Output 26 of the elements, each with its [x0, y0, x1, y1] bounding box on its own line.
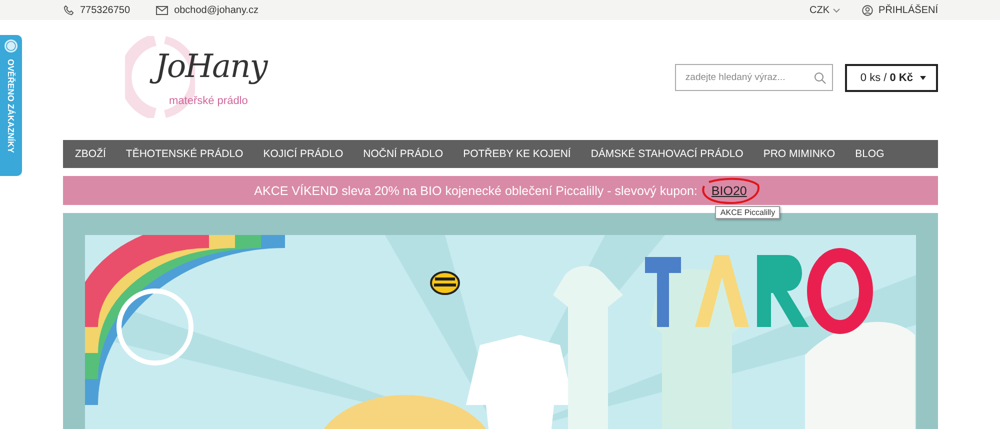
phone-number: 775326750 [80, 4, 130, 16]
nav-item[interactable]: POTŘEBY KE KOJENÍ [463, 148, 571, 160]
nav-item[interactable]: TĚHOTENSKÉ PRÁDLO [126, 148, 244, 160]
seal-icon [4, 39, 18, 53]
promo-text: AKCE VÍKEND sleva 20% na BIO kojenecké oblečení Piccalilly - slevový kupon: [254, 184, 698, 198]
nav-item[interactable]: KOJICÍ PRÁDLO [263, 148, 344, 160]
email-link[interactable]: obchod@johany.cz [174, 4, 259, 16]
nav-item[interactable]: DÁMSKÉ STAHOVACÍ PRÁDLO [590, 148, 744, 160]
caret-icon [920, 76, 926, 80]
nav-item[interactable]: PRO MIMINKO [763, 148, 836, 160]
cart-button[interactable]: 0 ks / 0 Kč [845, 64, 938, 92]
search-field[interactable]: zadejte hledaný výraz... [675, 64, 834, 91]
nav-item[interactable]: NOČNÍ PRÁDLO [363, 148, 444, 160]
chevron-icon [832, 8, 840, 12]
coupon-link[interactable]: BIO20 [711, 184, 747, 198]
currency-selector[interactable]: CZK [810, 4, 840, 16]
phone-icon [63, 4, 74, 16]
shop-logo[interactable]: JoHany mateřské prádlo [125, 36, 285, 120]
mail-icon [156, 6, 168, 14]
login-link[interactable]: PŘIHLÁŠENÍ [878, 4, 938, 16]
search-icon[interactable] [814, 72, 826, 84]
nav-item[interactable]: BLOG [855, 148, 884, 160]
tooltip: AKCE Piccalilly [715, 206, 780, 218]
user-icon [862, 4, 873, 16]
banner-illustration[interactable] [85, 235, 916, 429]
nav-item[interactable]: ZBOŽÍ [75, 148, 106, 160]
